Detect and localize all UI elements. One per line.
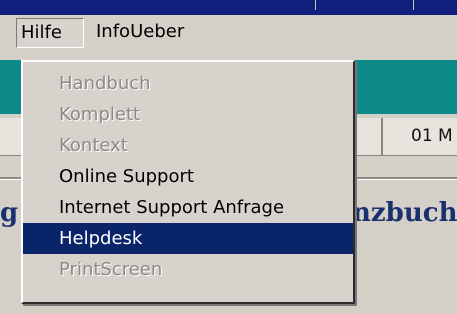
title-bar-separator — [413, 0, 414, 10]
menu-item-komplett[interactable]: Komplett — [23, 99, 353, 130]
menu-infoueber[interactable]: InfoUeber — [96, 18, 184, 48]
heading-right-fragment: nzbuch — [352, 198, 457, 228]
menu-item-internet-support-anfrage[interactable]: Internet Support Anfrage — [23, 192, 353, 223]
title-bar — [0, 0, 457, 15]
date-field[interactable]: 01 M — [382, 118, 457, 156]
hilfe-dropdown-menu: Handbuch Komplett Kontext Online Support… — [21, 60, 355, 304]
menu-item-helpdesk[interactable]: Helpdesk — [23, 223, 353, 254]
heading-left-fragment: g — [0, 198, 19, 228]
menu-item-handbuch[interactable]: Handbuch — [23, 68, 353, 99]
title-bar-separator — [315, 0, 316, 10]
menu-item-online-support[interactable]: Online Support — [23, 161, 353, 192]
menu-item-kontext[interactable]: Kontext — [23, 130, 353, 161]
menu-hilfe[interactable]: Hilfe — [16, 18, 84, 48]
menu-item-printscreen[interactable]: PrintScreen — [23, 254, 353, 285]
